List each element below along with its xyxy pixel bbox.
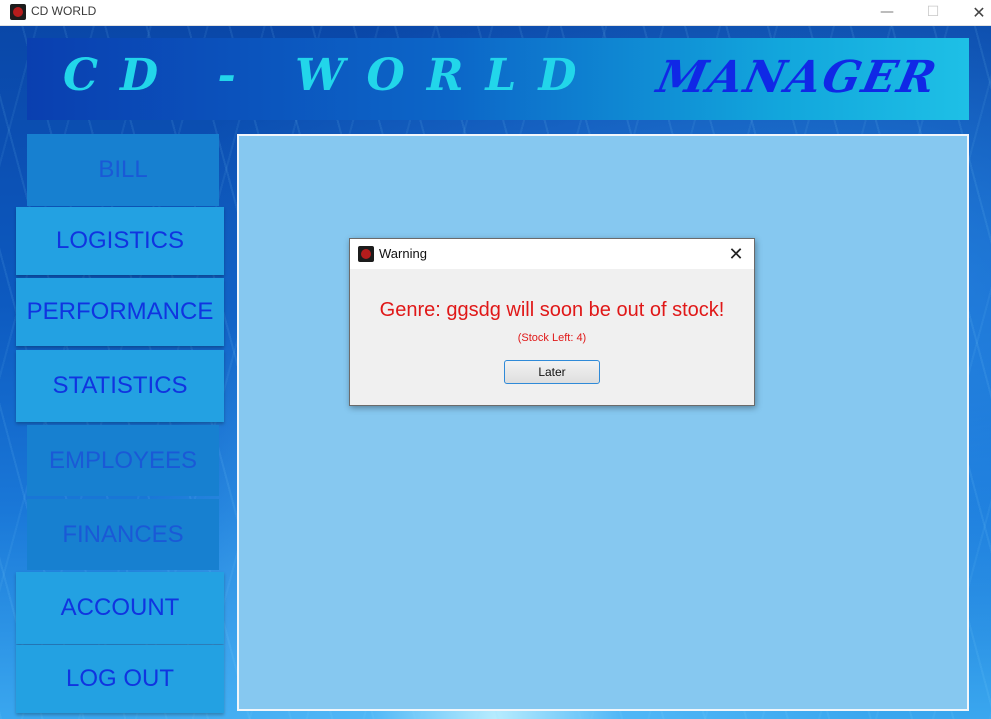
header-banner: CD - WORLD MANAGER xyxy=(27,38,969,120)
nav-account-button[interactable]: ACCOUNT xyxy=(16,572,224,644)
dialog-title: Warning xyxy=(379,246,427,261)
role-title: MANAGER xyxy=(652,52,943,103)
dialog-title-bar: Warning ✕ xyxy=(350,239,754,269)
app-icon xyxy=(358,246,374,262)
maximize-icon[interactable]: ☐ xyxy=(910,0,956,24)
later-button[interactable]: Later xyxy=(504,360,600,384)
window-title: CD WORLD xyxy=(31,4,97,18)
close-icon[interactable]: ✕ xyxy=(724,242,748,266)
brand-title: CD - WORLD xyxy=(63,50,599,101)
nav-performance-button[interactable]: PERFORMANCE xyxy=(16,278,224,346)
nav-statistics-button[interactable]: STATISTICS xyxy=(16,350,224,422)
warning-dialog: Warning ✕ Genre: ggsdg will soon be out … xyxy=(349,238,755,406)
stock-left-text: (Stock Left: 4) xyxy=(517,332,587,344)
nav-bill-button[interactable]: BILL xyxy=(27,134,219,206)
title-bar: CD WORLD — ☐ ✕ xyxy=(0,0,991,26)
app-icon xyxy=(10,4,26,20)
warning-message: Genre: ggsdg will soon be out of stock! xyxy=(379,299,725,321)
content-panel xyxy=(237,134,969,711)
nav-employees-button[interactable]: EMPLOYEES xyxy=(27,425,219,496)
nav-logout-button[interactable]: LOG OUT xyxy=(16,645,224,713)
nav-finances-button[interactable]: FINANCES xyxy=(27,499,219,570)
nav-logistics-button[interactable]: LOGISTICS xyxy=(16,207,224,275)
minimize-icon[interactable]: — xyxy=(864,0,910,24)
close-icon[interactable]: ✕ xyxy=(956,0,991,24)
app-window: CD WORLD — ☐ ✕ CD - WORLD MANAGER BILL L… xyxy=(0,0,991,719)
